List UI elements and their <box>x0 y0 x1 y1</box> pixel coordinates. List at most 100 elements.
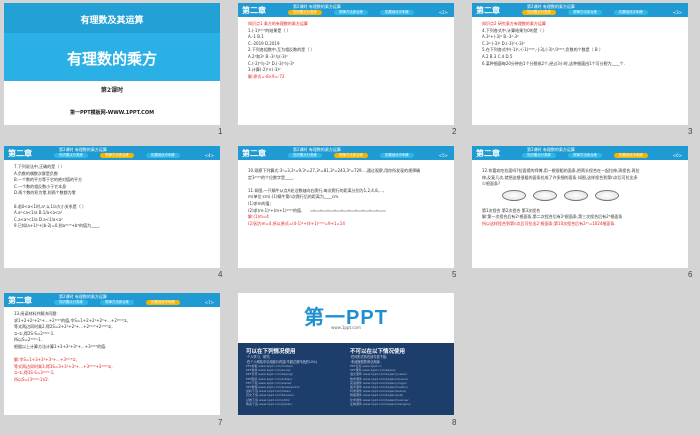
cover-footer: 第一PPT模板网-WWW.1PPT.COM <box>69 110 155 116</box>
slide-text-line: 3.计算(-2)³×(-3)² <box>248 67 281 73</box>
header-tab[interactable]: 规律方法综合练 <box>334 153 368 158</box>
slide-text-line: 所以S=2²⁰²⁰-1. <box>14 337 43 343</box>
cover-lesson: 第2课时 <box>100 87 124 94</box>
slide-text-line: A.-1 B.1 <box>248 34 264 40</box>
slide-number: 7 <box>218 418 223 427</box>
slide-text-line: 4.下列各式中,计算结果为0的是（ ） <box>482 27 547 33</box>
slide-4[interactable]: 第二章 第2课时 有理数的乘方运算 知识要点分类练 规律方法综合练 拓展培优冲刺练 <4>… <box>4 146 220 268</box>
header-tab[interactable]: 知识要点分类练 <box>522 153 556 158</box>
ad-col-forbidden: 不可以在以下情况使用 ·任何形式的在线付费下载; ·未经授权的商业用途. PPT… <box>350 347 446 406</box>
slide-text-line: 解:令S=1+3+3²+3³+…+3²⁰¹⁹①, <box>14 357 78 363</box>
chapter-label: 第二章 <box>242 6 266 15</box>
slide-text-line: 5.在下列各式中(-1)²,-(-1)²⁰¹⁹,-|-3|,(-3)²,0²⁰¹… <box>482 47 603 53</box>
slide-text-line: 10.观察下列算式:3¹=3,3²=9,3³=27,3⁴=81,3⁵=243,3… <box>248 168 421 173</box>
page-indicator: <6> <box>672 153 682 158</box>
page-indicator: <3> <box>672 10 682 15</box>
header-tab[interactable]: 规律方法综合练 <box>100 300 134 305</box>
slide-text-line: 少根面条? <box>482 181 501 187</box>
page-indicator: <2> <box>438 10 448 15</box>
slide-text-line: 13.阅读材料并解决问题: <box>14 311 58 316</box>
slide-8[interactable]: 第一PPT www.1ppt.com 可以在下列情况使用 ·个人学习、研究; ·… <box>238 293 454 415</box>
slide-2[interactable]: 第二章 第2课时 有理数的乘方运算 知识要点分类练 规律方法综合练 拓展培优冲刺练 <2>… <box>238 3 454 125</box>
slide-text-line: A.2 B.3 C.4 D.5 <box>482 54 513 59</box>
slide-number: 5 <box>452 270 457 279</box>
header-tab[interactable]: 知识要点分类练 <box>288 10 322 15</box>
header-tab[interactable]: 拓展培优冲刺练 <box>614 153 648 158</box>
chapter-label: 第二章 <box>242 149 266 158</box>
slide-text-line: 第1次捏合 第2次捏合 第3次捏合 <box>482 207 541 213</box>
slide-text-line: 9.已知(a+1)²+|b-2|=0,则a²⁰¹⁹+b³的值为____. <box>14 223 101 229</box>
header-tab[interactable]: 拓展培优冲刺练 <box>380 10 414 15</box>
header-tab[interactable]: 拓展培优冲刺练 <box>614 10 648 15</box>
slide-7[interactable]: 第二章 第2课时 有理数的乘方运算 知识要点分类练 规律方法综合练 拓展培优冲刺练 <7>… <box>4 293 220 415</box>
page-indicator: <5> <box>438 153 448 158</box>
slide-text-line: (2)求(m-1)²+(m+1)²⁰¹⁹的值. <box>248 207 303 213</box>
ad-link-row[interactable]: 生物课件 www.1ppt.com/kejian/shengwu/ <box>350 402 446 406</box>
slide-text-line: 伸,反复几次,就把这根很粗的面条拉成了许多细的面条.如图,这样捏合到第n次后可拉… <box>482 174 638 180</box>
slide-number: 3 <box>688 127 693 136</box>
slide-number: 8 <box>452 418 457 427</box>
slide-text-line: D.两个数的积为零,则两个数都为零 <box>14 190 76 196</box>
slide-text-line: 解:原式=-8×9=-72 <box>248 73 285 79</box>
slide-text-line: A.3²+(-3)² B.-3²-3² <box>482 34 519 40</box>
header-tab[interactable]: 知识要点分类练 <box>54 300 88 305</box>
noodle-illustration <box>595 190 619 201</box>
header-tab[interactable]: 规律方法综合练 <box>568 153 602 158</box>
noodle-figure <box>502 190 626 201</box>
slide-text-line: B.一个数的平方等于它的绝对值的平方 <box>14 177 83 183</box>
slide-text-line: 根据以上计算方法计算1+3+3²+3³+…+3²⁰¹⁹的值. <box>14 344 107 349</box>
page-indicator: <4> <box>204 153 214 158</box>
header-tab[interactable]: 拓展培优冲刺练 <box>146 153 180 158</box>
slide-text-line: 求1+2+2²+2³+…+2²⁰¹⁹的值,令S=1+2+2²+2³+…+2²⁰¹… <box>14 317 129 323</box>
header-tab[interactable]: 拓展培优冲刺练 <box>380 153 414 158</box>
slide-text-line: 知识点2 研究乘方有理数的乘方运算 <box>482 21 546 26</box>
slide-1[interactable]: 有理数及其运算 有理数的乘方 第2课时 第一PPT模板网-WWW.1PPT.CO… <box>4 3 220 125</box>
slide-3[interactable]: 第二章 第2课时 有理数的乘方运算 知识要点分类练 规律方法综合练 拓展培优冲刺练 <3>… <box>472 3 688 125</box>
slide-number: 2 <box>452 127 457 136</box>
header-tab[interactable]: 知识要点分类练 <box>288 153 322 158</box>
ad-link-row[interactable]: 教案下载 www.1ppt.com/jiaoan/ <box>246 402 342 406</box>
slide-header: 第二章 第2课时 有理数的乘方运算 知识要点分类练 规律方法综合练 拓展培优冲刺练 <3> <box>472 3 688 17</box>
noodle-illustration <box>564 190 588 201</box>
page-indicator: <7> <box>204 300 214 305</box>
chapter-label: 第二章 <box>8 149 32 158</box>
slide-text-line: A.负数的偶数次幂是负数 <box>14 170 58 176</box>
ad-col-title: 可以在下列情况使用 <box>246 349 296 355</box>
slide-number: 1 <box>218 127 223 136</box>
slide-text-line: 12.你喜欢吃拉面吗?拉面馆的师傅,用一根很粗的面条,把两头捏合在一起拉伸,再捏… <box>482 168 640 173</box>
slide-6[interactable]: 第二章 第2课时 有理数的乘方运算 知识要点分类练 规律方法综合练 拓展培优冲刺练 <6>… <box>472 146 688 268</box>
ad-col-allowed: 可以在下列情况使用 ·个人学习、研究; ·在个人网站中引用部分内容(不超过原作品… <box>246 347 342 406</box>
noodle-illustration <box>502 190 526 201</box>
ad-url: www.1ppt.com <box>331 325 361 330</box>
slide-text-line: A.2²和3² B.-3²与(-3)² <box>248 54 288 59</box>
slide-header: 第二章 第2课时 有理数的乘方运算 知识要点分类练 规律方法综合练 拓展培优冲刺练 <2> <box>238 3 454 17</box>
slide-header: 第二章 第2课时 有理数的乘方运算 知识要点分类练 规律方法综合练 拓展培优冲刺练 <6> <box>472 146 688 160</box>
slide-header: 第二章 第2课时 有理数的乘方运算 知识要点分类练 规律方法综合练 拓展培优冲刺练 <5> <box>238 146 454 160</box>
slide-text-line: m(单位:cm).(1)蜗牛第n次爬行后的距离为____cm. <box>248 194 340 200</box>
chapter-label: 第二章 <box>476 149 500 158</box>
slide-text-line: 6.某种细菌每20分钟由1个分裂成2个,经过3小时,这种细菌由1个可分裂为___… <box>482 60 625 66</box>
slide-text-line: 定3²⁰¹⁹的个位数字是____. <box>248 174 295 180</box>
header-tab[interactable]: 规律方法综合练 <box>568 10 602 15</box>
slide-text-line: 所以这样捏合到第n次后可拉出2ⁿ根面条;第10次捏合后有2¹⁰=1024根面条. <box>482 220 616 226</box>
slide-text-line: 解:第一次捏合后有2¹根面条,第二次捏合后有2²根面条,第三次捏合后有2³根面条 <box>482 214 623 220</box>
slide-text-line: A.a²<a<1/a B.1/a<a<a² <box>14 210 63 216</box>
slide-text-line: 知识点1 乘方的有理数的乘方运算 <box>248 21 308 26</box>
ad-col-title: 不可以在以下情况使用 <box>350 349 406 355</box>
header-tab[interactable]: 规律方法综合练 <box>334 10 368 15</box>
chapter-label: 第二章 <box>476 6 500 15</box>
slide-header: 第二章 第2课时 有理数的乘方运算 知识要点分类练 规律方法综合练 拓展培优冲刺练 <7> <box>4 293 220 307</box>
slide-text-line: 所以S=(3²⁰²⁰-1)/2. <box>14 377 50 382</box>
header-tab[interactable]: 拓展培优冲刺练 <box>146 300 180 305</box>
cover-title: 有理数的乘方 <box>66 50 157 68</box>
slide-text-line: (1)求m的值; <box>248 201 271 206</box>
slide-header: 第二章 第2课时 有理数的乘方运算 知识要点分类练 规律方法综合练 拓展培优冲刺练 <4> <box>4 146 220 160</box>
slide-number: 6 <box>688 270 693 279</box>
header-tab[interactable]: 知识要点分类练 <box>522 10 556 15</box>
slide-text-line: 1.(-1)²⁰¹⁹的结果是（ ） <box>248 27 291 33</box>
header-tab[interactable]: 规律方法综合练 <box>100 153 134 158</box>
slide-text-line: 7.下列说法中,正确的是（ ） <box>14 164 65 169</box>
slide-5[interactable]: 第二章 第2课时 有理数的乘方运算 知识要点分类练 规律方法综合练 拓展培优冲刺练 <5>… <box>238 146 454 268</box>
header-tab[interactable]: 知识要点分类练 <box>54 153 88 158</box>
slide-text-line: 2.下列各组数中,互为相反数的是（ ） <box>248 47 315 53</box>
